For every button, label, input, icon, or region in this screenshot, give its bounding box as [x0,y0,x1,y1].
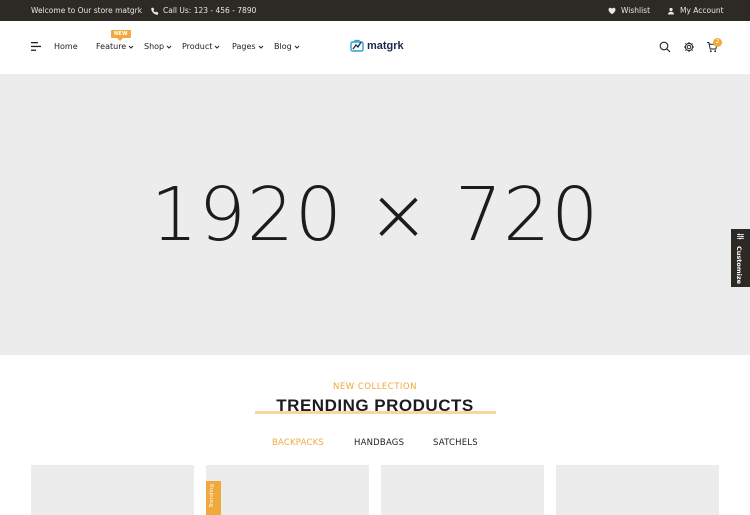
site-logo[interactable]: matgrk [350,39,404,52]
call-us-text: Call Us: 123 - 456 - 7890 [163,6,257,15]
nav-shop[interactable]: Shop [144,42,172,51]
nav-home-label: Home [54,42,78,51]
product-card[interactable] [206,465,369,515]
section-kicker: NEW COLLECTION [333,382,417,392]
nav-feature[interactable]: Feature [96,42,134,51]
gear-icon[interactable] [683,41,695,53]
heart-icon [608,7,616,14]
chevron-down-icon [215,45,220,49]
tab-satchels[interactable]: SATCHELS [433,438,478,448]
product-card[interactable] [381,465,544,515]
nav-shop-label: Shop [144,42,165,51]
nav-feature-label: Feature [96,42,127,51]
chevron-down-icon [128,45,134,49]
section-title: TRENDING PRODUCTS [276,396,474,415]
sliders-icon [737,233,744,240]
user-icon [668,7,674,14]
hamburger-icon[interactable] [31,42,41,51]
hero-banner[interactable]: 1920 × 720 [0,74,750,355]
logo-text: matgrk [367,39,404,52]
wishlist-label: Wishlist [621,6,651,15]
call-us[interactable]: Call Us: 123 - 456 - 7890 [151,6,256,15]
tab-backpacks[interactable]: BACKPACKS [272,438,324,448]
search-icon[interactable] [659,41,671,53]
nav-blog[interactable]: Blog [274,42,300,51]
new-badge: NEW [111,30,131,41]
customize-label: Customize [735,246,743,285]
nav-blog-label: Blog [274,42,292,51]
nav-pages[interactable]: Pages [232,42,264,51]
chevron-down-icon [258,45,263,49]
welcome-text: Welcome to Our store matgrk [31,6,143,15]
nav-product-label: Product [182,42,213,51]
nav-pages-label: Pages [232,42,256,51]
product-card[interactable] [556,465,719,515]
my-account-link[interactable]: My Account [667,6,724,15]
chevron-down-icon [166,45,172,49]
main-header: Home NEW Feature Shop Product Pages Blog… [0,21,750,74]
chevron-down-icon [294,45,300,49]
my-account-label: My Account [680,6,724,15]
trending-label: Trending [209,484,215,508]
phone-icon [151,7,159,15]
nav-home[interactable]: Home [54,42,78,51]
product-card[interactable] [31,465,194,515]
top-bar: Welcome to Our store matgrk Call Us: 123… [0,0,750,21]
wishlist-link[interactable]: Wishlist [608,6,650,15]
cart-count-badge: 2 [713,38,722,47]
logo-mark-icon [350,39,364,52]
hero-placeholder-text: 1920 × 720 [150,172,600,258]
nav-product[interactable]: Product [182,42,220,51]
tab-handbags[interactable]: HANDBAGS [354,438,404,448]
